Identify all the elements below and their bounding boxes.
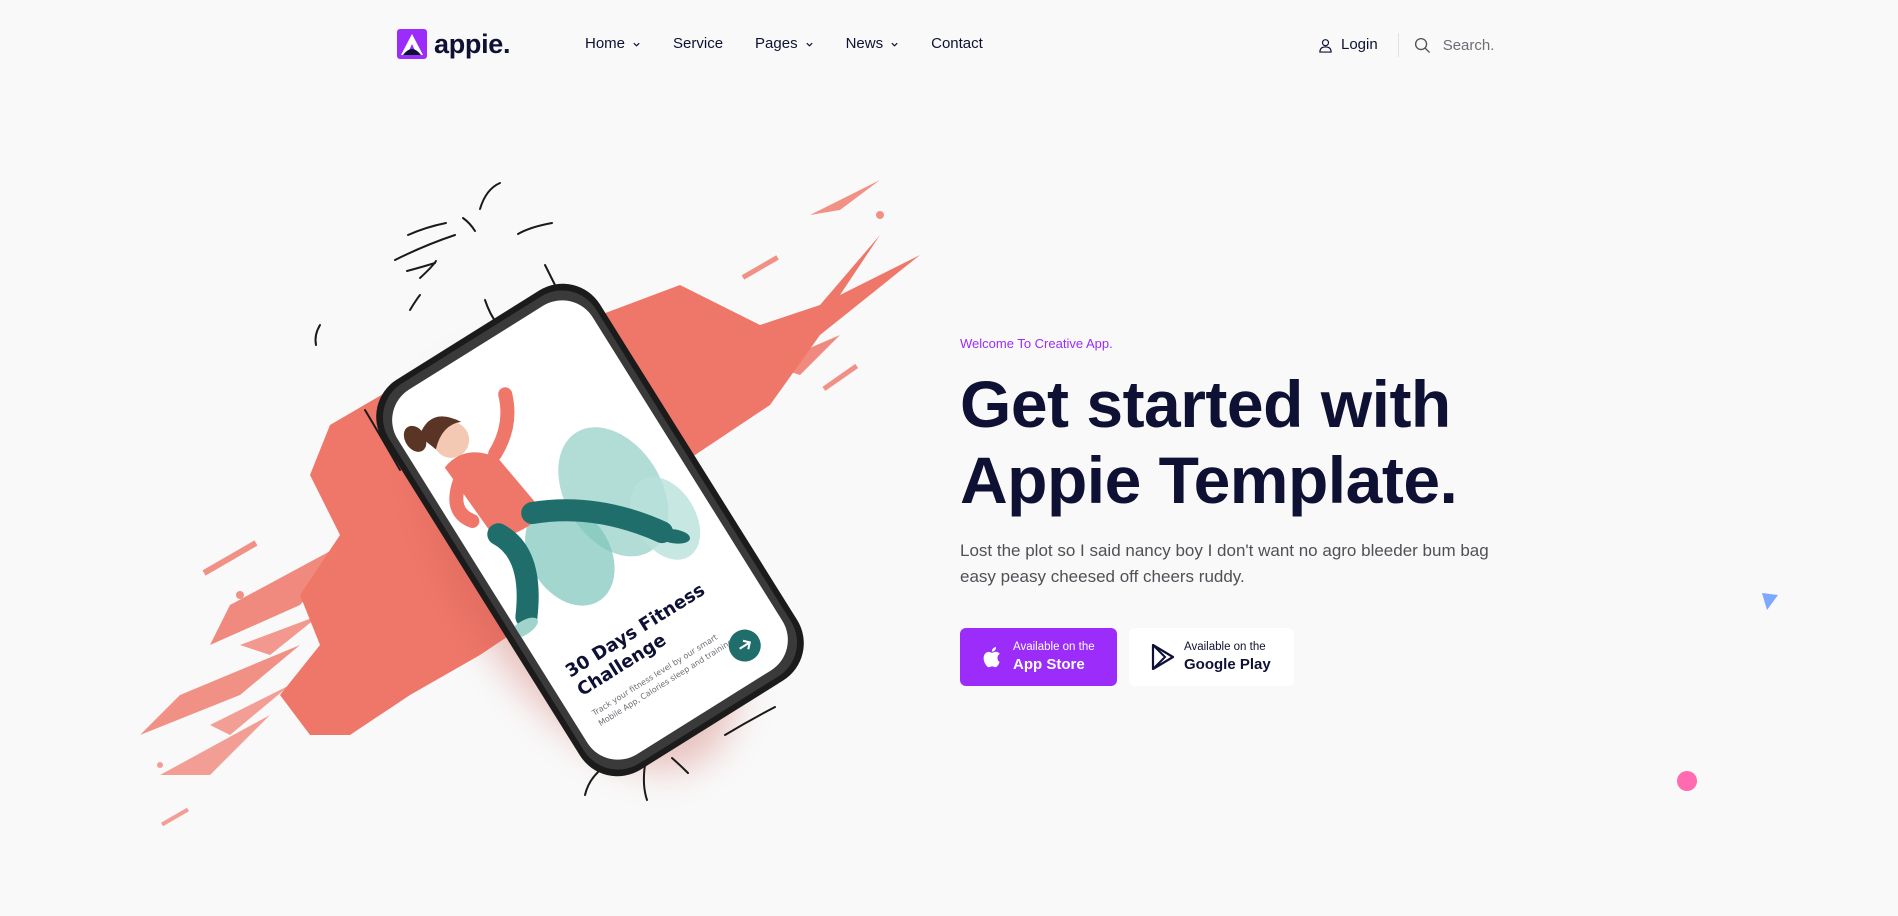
brand-name: appie. — [434, 29, 511, 59]
chevron-down-icon — [891, 42, 898, 47]
login-label: Login — [1341, 36, 1378, 53]
app-store-small-label: Available on the — [1013, 641, 1095, 653]
hero-subtext: Lost the plot so I said nancy boy I don'… — [960, 541, 1489, 586]
search-box[interactable] — [1414, 36, 1543, 54]
google-play-icon — [1151, 644, 1175, 670]
nav-item-pages[interactable]: Pages — [755, 34, 814, 54]
hero-eyebrow: Welcome To Creative App. — [960, 336, 1113, 351]
nav-item-label: Service — [673, 35, 724, 52]
nav-item-label: News — [845, 35, 884, 52]
google-play-button[interactable]: Available on the Google Play — [1129, 628, 1294, 686]
nav-item-contact[interactable]: Contact — [931, 34, 983, 54]
store-buttons: Available on the App Store Available on … — [960, 628, 1520, 686]
google-play-big-label: Google Play — [1184, 656, 1271, 673]
chevron-down-icon — [633, 42, 640, 47]
hero-headline: Get started with Appie Template. — [960, 367, 1458, 517]
app-store-big-label: App Store — [1013, 656, 1085, 673]
google-play-small-label: Available on the — [1184, 641, 1266, 653]
triangle-shape-icon — [1762, 593, 1778, 610]
nav-item-service[interactable]: Service — [673, 34, 723, 54]
nav-item-home[interactable]: Home — [585, 34, 641, 54]
nav-item-news[interactable]: News — [846, 34, 900, 54]
nav-item-label: Contact — [931, 35, 983, 52]
header-actions: Login — [1318, 33, 1543, 57]
login-link[interactable]: Login — [1318, 35, 1378, 55]
nav-item-label: Pages — [755, 35, 798, 52]
apple-icon — [983, 647, 1000, 668]
phone-illustration: 30 Days Fitness Challenge Track your fit… — [140, 180, 920, 827]
search-icon — [1414, 37, 1430, 53]
logo-mark-icon — [397, 29, 427, 59]
hero-content: Welcome To Creative App. Get started wit… — [960, 335, 1520, 686]
user-icon — [1319, 38, 1332, 53]
hero-illustration: 30 Days Fitness Challenge Track your fit… — [120, 175, 1040, 895]
main-nav: Home Service Pages News Contact — [585, 34, 1015, 54]
header-divider — [1397, 33, 1399, 57]
site-header: appie. Home Service Pages News Contact L… — [0, 0, 1898, 90]
search-input[interactable] — [1442, 36, 1543, 54]
nav-item-label: Home — [585, 35, 626, 52]
app-store-button[interactable]: Available on the App Store — [960, 628, 1117, 686]
brand-logo[interactable]: appie. — [397, 29, 511, 59]
pink-dot-shape — [1677, 771, 1697, 791]
chevron-down-icon — [805, 42, 813, 47]
